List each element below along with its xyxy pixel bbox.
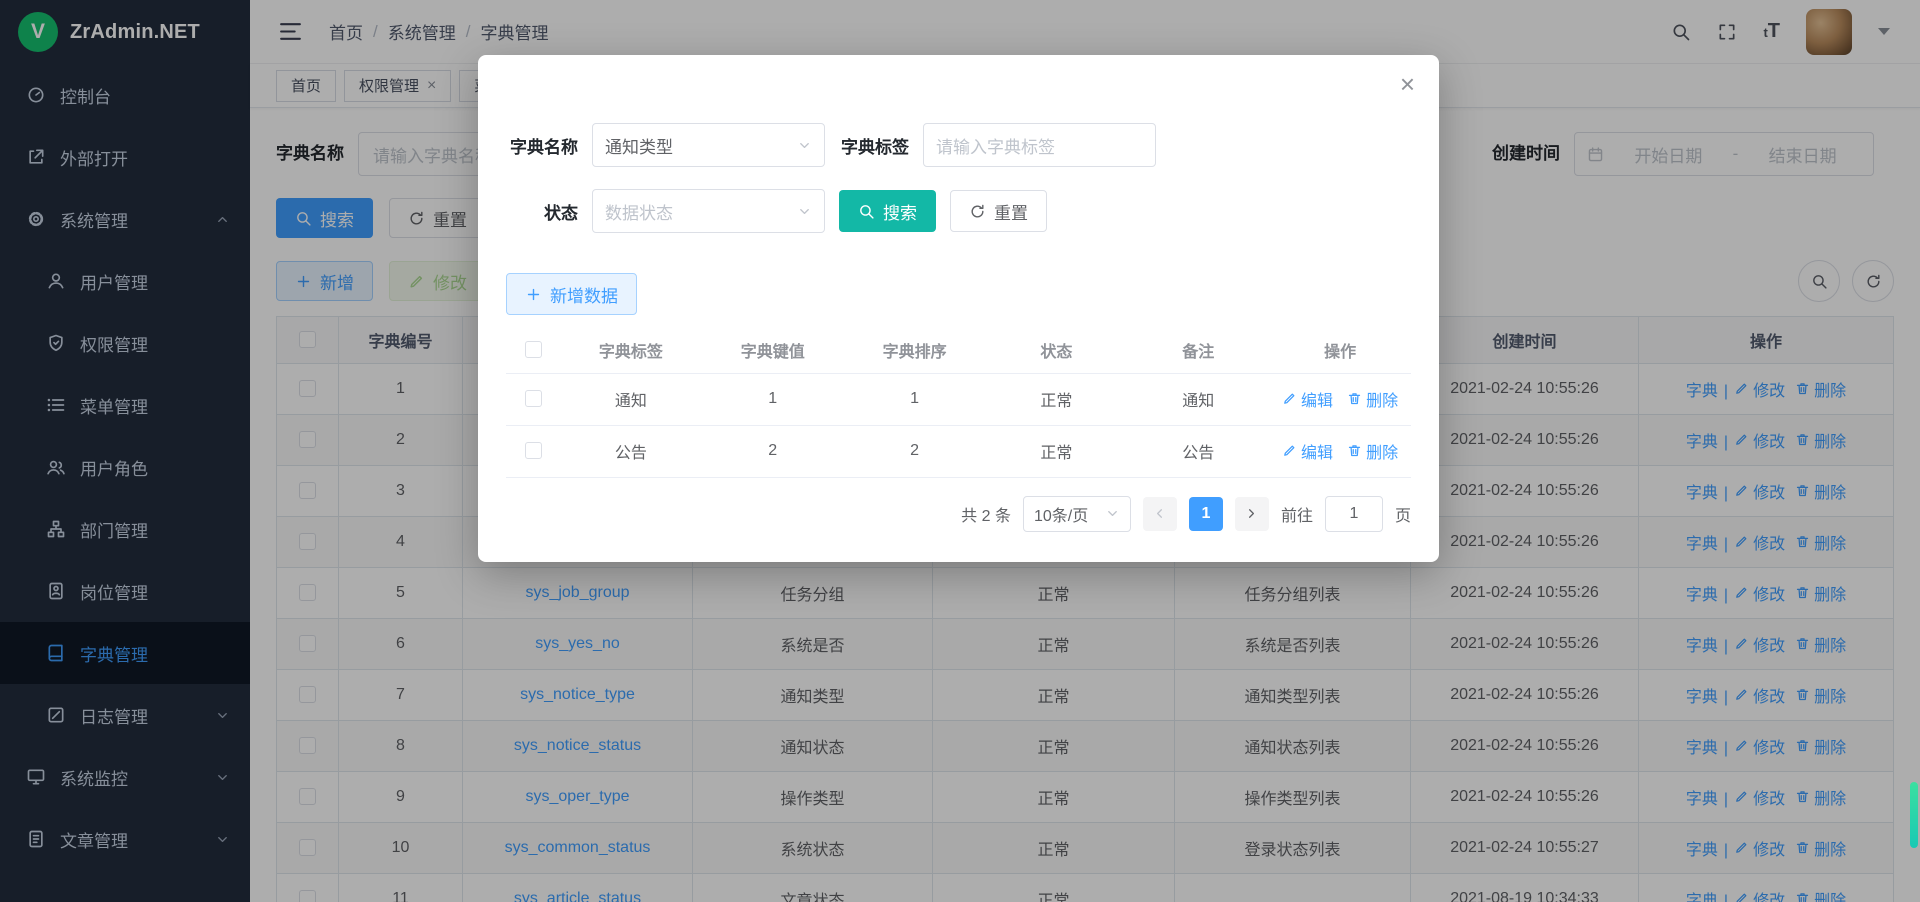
op-delete-link[interactable]: 删除 xyxy=(1347,387,1398,411)
cell-value: 1 xyxy=(702,373,844,425)
trash-icon xyxy=(1347,443,1362,458)
page-suffix: 页 xyxy=(1395,502,1411,526)
plus-icon xyxy=(525,286,542,303)
selected-value: 通知类型 xyxy=(605,133,673,158)
dialog-dict-tag-label: 字典标签 xyxy=(841,133,909,158)
dict-data-body: 通知 1 1 正常 通知 编辑删除 公告 2 2 正常 公告 xyxy=(506,373,1411,477)
select-all-checkbox[interactable] xyxy=(525,341,542,358)
header-ops: 操作 xyxy=(1269,327,1411,373)
page-1-button[interactable]: 1 xyxy=(1189,497,1223,531)
table-header-row: 字典标签 字典键值 字典排序 状态 备注 操作 xyxy=(506,327,1411,373)
header-sort: 字典排序 xyxy=(844,327,986,373)
table-row: 通知 1 1 正常 通知 编辑删除 xyxy=(506,373,1411,425)
pagination-total: 共 2 条 xyxy=(961,502,1011,526)
dialog-dict-name-label: 字典名称 xyxy=(506,133,578,158)
search-icon xyxy=(858,203,875,220)
add-data-button[interactable]: 新增数据 xyxy=(506,273,637,315)
scrollbar-thumb[interactable] xyxy=(1910,782,1918,848)
chevron-right-icon xyxy=(1244,506,1259,521)
cell-tag: 通知 xyxy=(560,373,702,425)
prev-page-button[interactable] xyxy=(1143,497,1177,531)
next-page-button[interactable] xyxy=(1235,497,1269,531)
chevron-down-icon xyxy=(797,204,812,219)
table-row: 公告 2 2 正常 公告 编辑删除 xyxy=(506,425,1411,477)
close-icon[interactable]: × xyxy=(1400,71,1415,97)
cell-status: 正常 xyxy=(985,373,1127,425)
goto-page-input[interactable]: 1 xyxy=(1325,496,1383,532)
refresh-icon xyxy=(969,203,986,220)
cell-status: 正常 xyxy=(985,425,1127,477)
dict-tag-input[interactable]: 请输入字典标签 xyxy=(923,123,1156,167)
header-tag: 字典标签 xyxy=(560,327,702,373)
trash-icon xyxy=(1347,391,1362,406)
page-size-select[interactable]: 10条/页 xyxy=(1023,496,1131,532)
pencil-icon xyxy=(1282,443,1297,458)
cell-remark: 公告 xyxy=(1127,425,1269,477)
select-placeholder: 数据状态 xyxy=(605,199,673,224)
data-status-select[interactable]: 数据状态 xyxy=(592,189,825,233)
pencil-icon xyxy=(1282,391,1297,406)
dialog-reset-button[interactable]: 重置 xyxy=(950,190,1047,232)
op-edit-link[interactable]: 编辑 xyxy=(1282,439,1333,463)
dict-name-select[interactable]: 通知类型 xyxy=(592,123,825,167)
dialog-search-button[interactable]: 搜索 xyxy=(839,190,936,232)
chevron-down-icon xyxy=(1105,506,1120,521)
header-status: 状态 xyxy=(985,327,1127,373)
cell-sort: 1 xyxy=(844,373,986,425)
header-value: 字典键值 xyxy=(702,327,844,373)
goto-label: 前往 xyxy=(1281,502,1313,526)
chevron-left-icon xyxy=(1152,506,1167,521)
op-delete-link[interactable]: 删除 xyxy=(1347,439,1398,463)
dict-data-table: 字典标签 字典键值 字典排序 状态 备注 操作 通知 1 1 正常 通知 编辑删… xyxy=(506,327,1411,478)
header-remark: 备注 xyxy=(1127,327,1269,373)
input-placeholder: 请输入字典标签 xyxy=(936,133,1055,158)
cell-tag: 公告 xyxy=(560,425,702,477)
dialog-status-label: 状态 xyxy=(506,199,578,224)
cell-remark: 通知 xyxy=(1127,373,1269,425)
cell-value: 2 xyxy=(702,425,844,477)
dict-data-dialog: × 字典名称 通知类型 字典标签 请输入字典标签 状态 数据状态 搜索 xyxy=(478,55,1439,562)
op-edit-link[interactable]: 编辑 xyxy=(1282,387,1333,411)
pagination: 共 2 条 10条/页 1 前往 1 页 xyxy=(506,496,1411,532)
cell-sort: 2 xyxy=(844,425,986,477)
row-checkbox[interactable] xyxy=(525,390,542,407)
chevron-down-icon xyxy=(797,138,812,153)
row-checkbox[interactable] xyxy=(525,442,542,459)
